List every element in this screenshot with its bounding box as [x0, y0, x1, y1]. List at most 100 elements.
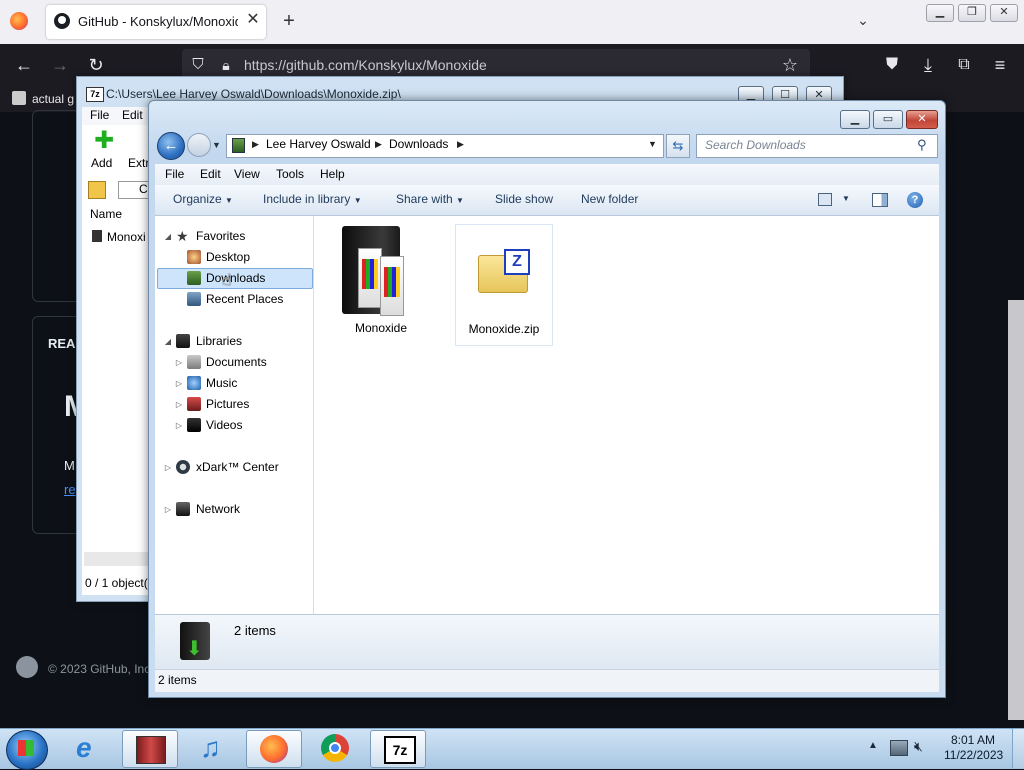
nav-downloads[interactable]: Downloads	[206, 271, 265, 285]
nav-favorites[interactable]: Favorites	[196, 229, 245, 243]
file-item-monoxide-zip[interactable]: Z Monoxide.zip	[455, 224, 553, 346]
share-label: Share with	[396, 192, 453, 206]
share-with-button[interactable]: Share with ▼	[396, 192, 464, 206]
taskbar-7zip-button[interactable]: 7z	[370, 730, 426, 768]
music-note-icon: ♫	[200, 732, 221, 763]
network-tray-icon[interactable]	[890, 740, 908, 756]
refresh-icon[interactable]: ⇆	[666, 134, 690, 158]
page-scrollbar[interactable]	[1008, 300, 1024, 720]
taskbar-firefox-button[interactable]	[246, 730, 302, 768]
music-expand-icon[interactable]: ▷	[174, 379, 184, 388]
bookmark-star-icon[interactable]: ☆	[776, 51, 804, 79]
tab-close-icon[interactable]: ✕	[244, 11, 262, 29]
sevenzip-row[interactable]: Monoxi	[107, 230, 146, 244]
sevenzip-column-name[interactable]: Name	[90, 207, 122, 221]
back-button[interactable]: ←	[157, 132, 185, 160]
sevenzip-hscrollbar[interactable]	[84, 552, 150, 566]
breadcrumb-downloads[interactable]: Downloads	[389, 137, 448, 151]
readme-paragraph: M	[64, 458, 75, 473]
view-options-icon[interactable]	[818, 193, 832, 206]
pictures-expand-icon[interactable]: ▷	[174, 400, 184, 409]
url-text[interactable]: https://github.com/Konskylux/Monoxide	[244, 57, 487, 73]
forward-button[interactable]	[187, 133, 211, 157]
taskbar-media-button[interactable]: ♫	[184, 730, 238, 766]
folder-up-icon[interactable]	[88, 181, 106, 199]
sevenzip-menu-edit[interactable]: Edit	[122, 108, 143, 122]
menu-help[interactable]: Help	[320, 167, 345, 181]
breadcrumb-arrow-icon[interactable]: ▶	[457, 139, 464, 150]
browser-restore-button[interactable]: ❐	[958, 4, 986, 22]
nav-network[interactable]: Network	[196, 502, 240, 516]
lock-icon[interactable]: 🔒︎	[212, 51, 240, 79]
library-stack-icon	[136, 736, 166, 764]
clock[interactable]: 8:01 AM 11/22/2023	[944, 733, 1003, 763]
organize-label: Organize	[173, 192, 222, 206]
taskbar-chrome-button[interactable]	[308, 730, 362, 766]
back-arrow-icon[interactable]: ←	[10, 51, 38, 79]
file-item-monoxide[interactable]: Monoxide	[334, 224, 428, 344]
view-dropdown-icon[interactable]: ▼	[842, 194, 850, 203]
show-hidden-icons-icon[interactable]: ▲	[868, 740, 878, 751]
breadcrumb-arrow-icon[interactable]: ▶	[252, 139, 259, 150]
sevenzip-path-box[interactable]: C	[118, 181, 150, 199]
firefox-menu-icon[interactable]	[10, 12, 28, 30]
search-input[interactable]: Search Downloads ⚲	[696, 134, 938, 158]
menu-view[interactable]: View	[234, 167, 260, 181]
explorer-maximize-button[interactable]: ▭	[873, 110, 903, 129]
menu-tools[interactable]: Tools	[276, 167, 304, 181]
videos-expand-icon[interactable]: ▷	[174, 421, 184, 430]
breadcrumb-arrow-icon[interactable]: ▶	[375, 139, 382, 150]
network-expand-icon[interactable]: ▷	[163, 505, 173, 514]
list-all-tabs-icon[interactable]: ⌄	[852, 12, 874, 32]
new-tab-icon[interactable]: +	[278, 10, 300, 32]
nav-documents[interactable]: Documents	[206, 355, 267, 369]
bookmark-item[interactable]: actual g	[32, 92, 74, 106]
downloads-icon[interactable]: ⤓	[914, 51, 942, 79]
browser-close-button[interactable]: ✕	[990, 4, 1018, 22]
reload-icon[interactable]: ↻	[82, 51, 110, 79]
tracking-shield-icon[interactable]: ⛉	[184, 51, 212, 79]
add-plus-icon[interactable]: ✚	[94, 129, 116, 153]
breadcrumb-user[interactable]: Lee Harvey Oswald	[266, 137, 371, 151]
extensions-icon[interactable]: ⧉	[950, 51, 978, 79]
address-dropdown-icon[interactable]: ▼	[648, 139, 657, 149]
readme-link[interactable]: re	[64, 482, 76, 497]
preview-pane-icon[interactable]	[872, 193, 888, 207]
browser-minimize-button[interactable]: ▁	[926, 4, 954, 22]
recent-pages-dropdown-icon[interactable]: ▼	[212, 140, 221, 150]
include-in-library-button[interactable]: Include in library ▼	[263, 192, 362, 206]
browser-tab-github[interactable]: GitHub - Konskylux/Monoxide ✕	[46, 5, 266, 39]
search-icon[interactable]: ⚲	[917, 137, 927, 153]
sevenzip-add-button[interactable]: Add	[91, 156, 112, 170]
menu-edit[interactable]: Edit	[200, 167, 221, 181]
nav-xdark-center[interactable]: xDark™ Center	[196, 460, 279, 474]
nav-recent-places[interactable]: Recent Places	[206, 292, 283, 306]
nav-desktop[interactable]: Desktop	[206, 250, 250, 264]
organize-button[interactable]: Organize ▼	[173, 192, 233, 206]
xdark-expand-icon[interactable]: ▷	[163, 463, 173, 472]
favorites-collapse-icon[interactable]: ◢	[163, 232, 173, 241]
hand-cursor-icon: ☝	[222, 272, 232, 289]
show-desktop-button[interactable]	[1012, 729, 1024, 768]
nav-videos[interactable]: Videos	[206, 418, 242, 432]
documents-expand-icon[interactable]: ▷	[174, 358, 184, 367]
slide-show-button[interactable]: Slide show	[495, 192, 553, 206]
new-folder-button[interactable]: New folder	[581, 192, 638, 206]
taskbar-library-button[interactable]	[122, 730, 178, 768]
nav-libraries[interactable]: Libraries	[196, 334, 242, 348]
sevenzip-extract-button[interactable]: Extr	[128, 156, 149, 170]
sevenzip-menu-file[interactable]: File	[90, 108, 109, 122]
nav-pictures[interactable]: Pictures	[206, 397, 249, 411]
menu-file[interactable]: File	[165, 167, 184, 181]
taskbar-ie-button[interactable]: e	[62, 730, 116, 766]
nav-music[interactable]: Music	[206, 376, 237, 390]
volume-muted-icon[interactable]: 🔇︎	[914, 738, 923, 755]
explorer-minimize-button[interactable]: ▁	[840, 110, 870, 129]
help-icon[interactable]: ?	[907, 192, 923, 208]
include-label: Include in library	[263, 192, 351, 206]
app-menu-icon[interactable]: ≡	[986, 51, 1014, 79]
libraries-collapse-icon[interactable]: ◢	[163, 337, 173, 346]
pocket-icon[interactable]: ⛊	[878, 51, 906, 79]
forward-arrow-icon[interactable]: →	[46, 51, 74, 79]
explorer-close-button[interactable]: ✕	[906, 110, 938, 129]
